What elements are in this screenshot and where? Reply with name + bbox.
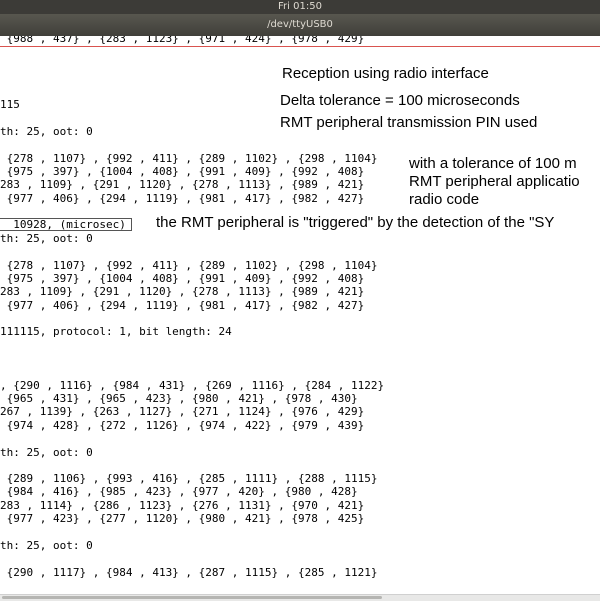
system-top-bar: Fri 01:50 — [0, 0, 600, 14]
clipped-top-line: {988 , 437} , {283 , 1123} , {971 , 424}… — [0, 36, 365, 45]
annotation-triggered: the RMT peripheral is "triggered" by the… — [156, 214, 555, 231]
terminal-line: th: 25, oot: 0 — [0, 125, 93, 138]
annotation-tolerance-1: with a tolerance of 100 m — [409, 155, 577, 172]
terminal-line: {977 , 406} , {294 , 1119} , {981 , 417}… — [0, 192, 365, 205]
terminal-line: , {290 , 1116} , {984 , 431} , {269 , 11… — [0, 379, 385, 392]
annotation-tolerance-2: RMT peripheral applicatio — [409, 173, 580, 190]
terminal-line: {278 , 1107} , {992 , 411} , {289 , 1102… — [0, 259, 378, 272]
terminal-line: {965 , 431} , {965 , 423} , {980 , 421} … — [0, 392, 358, 405]
terminal-output[interactable]: {988 , 437} , {283 , 1123} , {971 , 424}… — [0, 36, 600, 594]
terminal-line: {977 , 406} , {294 , 1119} , {981 , 417}… — [0, 299, 365, 312]
terminal-line: 283 , 1109} , {291 , 1120} , {278 , 1113… — [0, 178, 365, 191]
terminal-line: {975 , 397} , {1004 , 408} , {991 , 409}… — [0, 165, 365, 178]
terminal-line: 283 , 1114} , {286 , 1123} , {276 , 1131… — [0, 499, 365, 512]
terminal-line: {977 , 423} , {277 , 1120} , {980 , 421}… — [0, 512, 365, 525]
terminal-line: {974 , 428} , {272 , 1126} , {974 , 422}… — [0, 419, 365, 432]
annotation-delta-tolerance: Delta tolerance = 100 microseconds — [280, 92, 520, 109]
annotation-tolerance-3: radio code — [409, 191, 480, 208]
clock[interactable]: Fri 01:50 — [278, 1, 322, 12]
terminal-line: {278 , 1107} , {992 , 411} , {289 , 1102… — [0, 152, 378, 165]
window-title-bar: /dev/ttyUSB0 — [0, 14, 600, 36]
terminal-line: {290 , 1117} , {984 , 413} , {287 , 1115… — [0, 566, 378, 579]
terminal-line: {984 , 416} , {985 , 423} , {977 , 420} … — [0, 485, 358, 498]
terminal-line-protocol: 111115, protocol: 1, bit length: 24 — [0, 325, 232, 338]
annotation-rmt-pin: RMT peripheral transmission PIN used — [280, 114, 538, 131]
terminal-lines: 115 th: 25, oot: 0 {278 , 1107} , {992 ,… — [0, 36, 384, 579]
highlight-box — [0, 218, 132, 231]
scrollbar-thumb[interactable] — [2, 596, 382, 599]
terminal-line: 267 , 1139} , {263 , 1127} , {271 , 1124… — [0, 405, 365, 418]
terminal-line: {975 , 397} , {1004 , 408} , {991 , 409}… — [0, 272, 365, 285]
terminal-line: th: 25, oot: 0 — [0, 446, 93, 459]
terminal-line: th: 25, oot: 0 — [0, 539, 93, 552]
terminal-line: 115 — [0, 98, 20, 111]
terminal-line: 283 , 1109} , {291 , 1120} , {278 , 1113… — [0, 285, 365, 298]
terminal-line: {289 , 1106} , {993 , 416} , {285 , 1111… — [0, 472, 378, 485]
terminal-line: th: 25, oot: 0 — [0, 232, 93, 245]
window-title: /dev/ttyUSB0 — [267, 19, 333, 30]
scroll-marker-line — [0, 46, 600, 47]
annotation-reception: Reception using radio interface — [282, 65, 489, 82]
